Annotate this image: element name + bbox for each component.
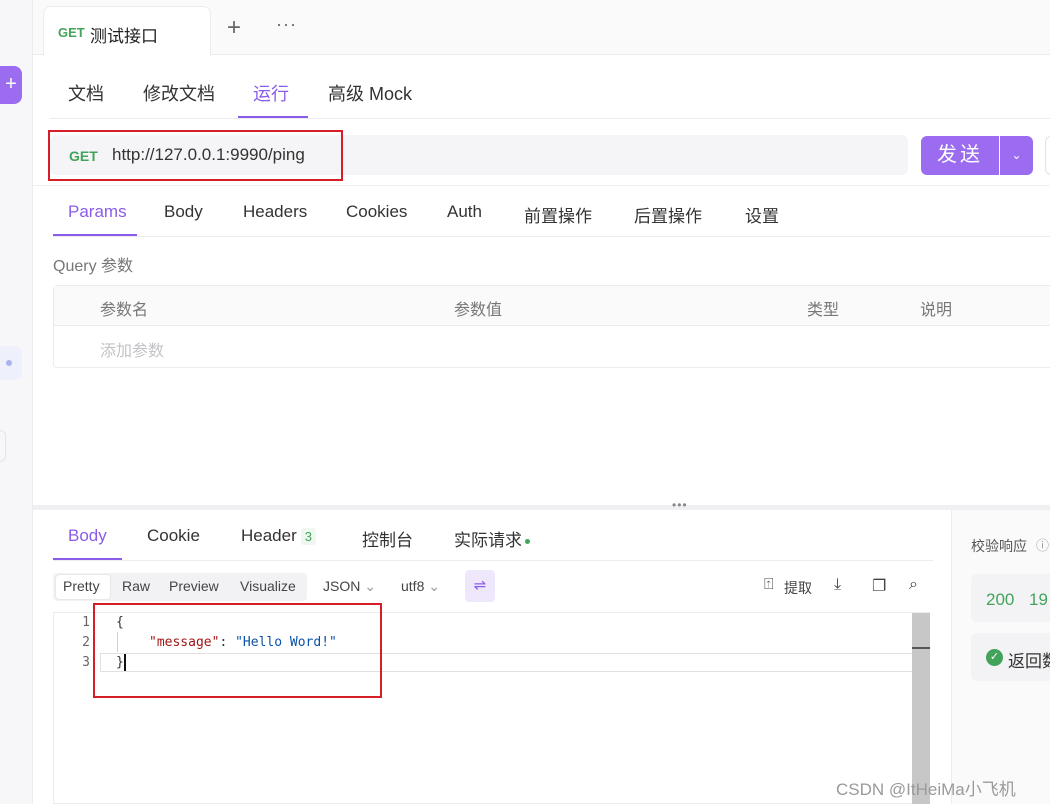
tab-title: 测试接口 xyxy=(90,27,158,46)
query-params-table xyxy=(53,285,1050,368)
view-visualize[interactable]: Visualize xyxy=(240,578,296,594)
view-raw[interactable]: Raw xyxy=(122,578,150,594)
query-params-label: Query 参数 xyxy=(53,258,134,275)
active-tab-underline xyxy=(238,116,308,118)
response-tab-body[interactable]: Body xyxy=(68,526,107,546)
format-select[interactable]: JSON ⌄ xyxy=(323,578,376,595)
help-circle-icon[interactable]: ⓘ xyxy=(1036,535,1049,554)
response-tab-header-label: Header xyxy=(241,526,297,545)
actual-request-label: 实际请求 xyxy=(454,531,522,550)
column-param-value: 参数值 xyxy=(454,302,503,319)
left-rail xyxy=(0,0,33,804)
active-param-underline xyxy=(53,234,137,236)
line-number: 3 xyxy=(82,655,90,670)
view-preview[interactable]: Preview xyxy=(169,578,219,594)
more-tabs-ellipsis-icon[interactable]: ··· xyxy=(276,14,297,35)
word-wrap-icon[interactable]: ⇌ xyxy=(465,570,495,602)
rail-collapse-handle[interactable] xyxy=(0,430,6,462)
tab-cookies[interactable]: Cookies xyxy=(346,202,407,222)
tab-edit-doc[interactable]: 修改文档 xyxy=(143,80,215,106)
send-dropdown-chevron-icon[interactable]: ⌄ xyxy=(1000,136,1033,175)
encoding-select[interactable]: utf8 ⌄ xyxy=(401,578,440,595)
add-tab-plus-icon[interactable]: + xyxy=(227,16,241,40)
line-number: 1 xyxy=(82,615,90,630)
highlight-box-response xyxy=(93,603,382,698)
rail-item-indicator[interactable] xyxy=(0,346,22,380)
drag-handle-icon[interactable]: ••• xyxy=(672,498,688,512)
validation-result-label: 返回数据 xyxy=(1008,652,1050,671)
tab-pre-actions[interactable]: 前置操作 xyxy=(524,202,592,227)
response-tab-actual-request[interactable]: 实际请求 xyxy=(454,526,530,551)
add-param-input[interactable]: 添加参数 xyxy=(100,337,164,361)
panel-splitter[interactable] xyxy=(33,505,1050,510)
response-tab-cookie[interactable]: Cookie xyxy=(147,526,200,546)
param-tabs-divider xyxy=(53,236,1050,237)
column-description: 说明 xyxy=(920,302,953,319)
table-header-row xyxy=(54,286,1050,326)
watermark: CSDN @ItHeiMa小飞机 xyxy=(836,780,1016,799)
highlight-box-url xyxy=(48,130,343,181)
tab-method-badge: GET xyxy=(58,25,85,40)
search-icon[interactable]: ⌕ xyxy=(909,576,918,594)
chevron-down-icon: ⌄ xyxy=(428,578,440,594)
column-type: 类型 xyxy=(807,302,840,319)
tab-doc[interactable]: 文档 xyxy=(68,80,104,106)
request-tab[interactable]: GET 测试接口 xyxy=(43,6,211,56)
scrollbar-cursor-marker xyxy=(912,647,930,649)
new-item-plus-icon[interactable]: + xyxy=(0,66,22,104)
send-button[interactable]: 发送 xyxy=(921,136,999,175)
url-divider xyxy=(33,185,1050,186)
extract-icon[interactable]: ⍐ xyxy=(764,576,774,594)
tab-params[interactable]: Params xyxy=(68,202,127,222)
dot-icon xyxy=(6,360,12,366)
active-response-underline xyxy=(53,558,122,560)
check-circle-icon: ✓ xyxy=(986,649,1003,666)
status-code: 200 xyxy=(986,590,1015,609)
save-button-partial[interactable] xyxy=(1045,136,1050,175)
tab-settings[interactable]: 设置 xyxy=(745,202,779,227)
response-tab-header[interactable]: Header 3 xyxy=(241,526,316,546)
validate-response-label: 校验响应 xyxy=(971,538,1027,554)
doc-tabs-divider xyxy=(50,118,1050,119)
response-time: 19 xyxy=(1029,590,1048,609)
view-pretty[interactable]: Pretty xyxy=(63,578,100,594)
column-param-name: 参数名 xyxy=(100,302,149,319)
tab-advanced-mock[interactable]: 高级 Mock xyxy=(328,80,412,106)
download-icon[interactable]: ⤓ xyxy=(834,576,841,594)
line-number: 2 xyxy=(82,635,90,650)
tab-headers[interactable]: Headers xyxy=(243,202,307,222)
extract-button[interactable]: 提取 xyxy=(784,578,812,598)
tab-auth[interactable]: Auth xyxy=(447,202,482,222)
response-tabs-divider xyxy=(53,560,933,561)
response-tab-console[interactable]: 控制台 xyxy=(362,526,413,551)
encoding-value: utf8 xyxy=(401,578,425,594)
status-dot-icon xyxy=(525,539,530,545)
chevron-down-icon: ⌄ xyxy=(364,578,376,594)
tab-run[interactable]: 运行 xyxy=(253,80,289,106)
copy-icon[interactable]: ❐ xyxy=(872,576,886,596)
tab-body[interactable]: Body xyxy=(164,202,203,222)
header-count-badge: 3 xyxy=(300,528,316,545)
format-value: JSON xyxy=(323,578,361,594)
tab-post-actions[interactable]: 后置操作 xyxy=(634,202,702,227)
